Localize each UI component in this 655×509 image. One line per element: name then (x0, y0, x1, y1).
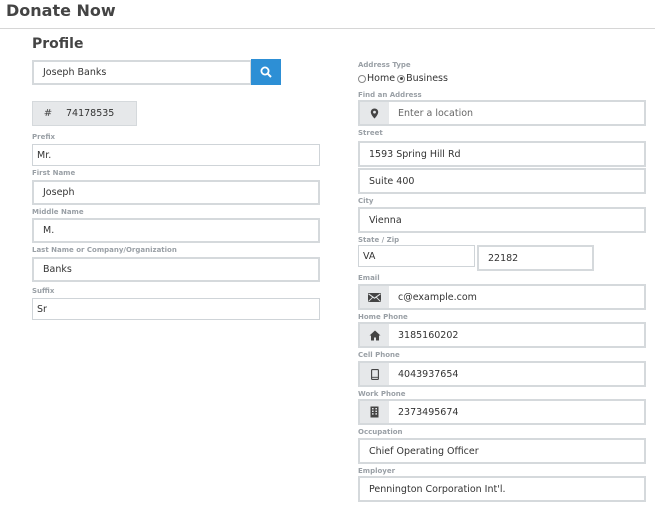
work-phone-value: 2373495674 (398, 406, 459, 418)
home-phone-label: Home Phone (358, 313, 408, 321)
occupation-value: Chief Operating Officer (369, 445, 479, 457)
email-value: c@example.com (398, 291, 477, 303)
occupation-label: Occupation (358, 428, 403, 436)
suffix-label: Suffix (32, 287, 55, 295)
state-field[interactable]: VA (358, 245, 475, 267)
first-name-value: Joseph (43, 187, 75, 198)
office-building-icon (360, 401, 389, 423)
find-address-placeholder: Enter a location (398, 107, 474, 119)
prefix-label: Prefix (32, 133, 56, 141)
street-line1-value: 1593 Spring Hill Rd (369, 148, 461, 160)
title-divider (0, 28, 655, 29)
hash-icon: # (43, 108, 53, 119)
house-icon (360, 324, 389, 346)
email-field[interactable]: c@example.com (358, 284, 646, 310)
home-phone-value: 3185160202 (398, 329, 459, 341)
street-line2-value: Suite 400 (369, 175, 415, 187)
address-type-radio-group: Home Business (358, 73, 448, 84)
profile-search-input[interactable]: Joseph Banks (32, 60, 252, 85)
address-type-business-label[interactable]: Business (406, 73, 448, 84)
page-title: Donate Now (6, 1, 116, 20)
constituent-id-value: 74178535 (66, 108, 115, 119)
profile-search-button[interactable] (251, 59, 281, 85)
prefix-field[interactable]: Mr. (32, 144, 320, 166)
zip-field[interactable]: 22182 (477, 245, 594, 271)
cell-phone-field[interactable]: 4043937654 (358, 361, 646, 387)
middle-name-value: M. (43, 225, 55, 236)
search-icon (260, 66, 272, 78)
state-value: VA (363, 250, 376, 262)
state-zip-label: State / Zip (358, 236, 400, 244)
first-name-label: First Name (32, 169, 76, 177)
mobile-phone-icon (360, 363, 389, 385)
profile-search-value: Joseph Banks (43, 67, 107, 78)
find-address-input[interactable]: Enter a location (358, 100, 646, 126)
employer-field[interactable]: Pennington Corporation Int'l. (358, 476, 646, 502)
zip-value: 22182 (488, 252, 519, 264)
street-line1-field[interactable]: 1593 Spring Hill Rd (358, 141, 646, 167)
street-label: Street (358, 129, 383, 137)
last-name-value: Banks (43, 264, 72, 275)
employer-value: Pennington Corporation Int'l. (369, 483, 506, 495)
profile-section-title: Profile (32, 36, 84, 52)
find-address-label: Find an Address (358, 91, 422, 99)
address-type-label: Address Type (358, 61, 411, 69)
work-phone-label: Work Phone (358, 390, 406, 398)
city-label: City (358, 197, 374, 205)
email-label: Email (358, 274, 380, 282)
prefix-value: Mr. (37, 149, 52, 161)
constituent-id-field: # 74178535 (32, 101, 137, 126)
location-pin-icon (360, 102, 389, 124)
employer-label: Employer (358, 467, 396, 475)
street-line2-field[interactable]: Suite 400 (358, 168, 646, 194)
address-type-business-radio[interactable] (397, 74, 406, 83)
middle-name-label: Middle Name (32, 208, 84, 216)
middle-name-field[interactable]: M. (32, 218, 320, 243)
envelope-icon (360, 286, 389, 308)
last-name-label: Last Name or Company/Organization (32, 246, 177, 254)
cell-phone-value: 4043937654 (398, 368, 459, 380)
address-type-home-label[interactable]: Home (367, 73, 395, 84)
address-type-home-radio[interactable] (358, 74, 366, 83)
city-field[interactable]: Vienna (358, 207, 646, 233)
suffix-value: Sr (37, 303, 47, 315)
first-name-field[interactable]: Joseph (32, 180, 320, 205)
home-phone-field[interactable]: 3185160202 (358, 322, 646, 348)
city-value: Vienna (369, 214, 402, 226)
cell-phone-label: Cell Phone (358, 351, 400, 359)
suffix-field[interactable]: Sr (32, 298, 320, 320)
last-name-field[interactable]: Banks (32, 257, 320, 282)
work-phone-field[interactable]: 2373495674 (358, 399, 646, 425)
occupation-field[interactable]: Chief Operating Officer (358, 438, 646, 464)
